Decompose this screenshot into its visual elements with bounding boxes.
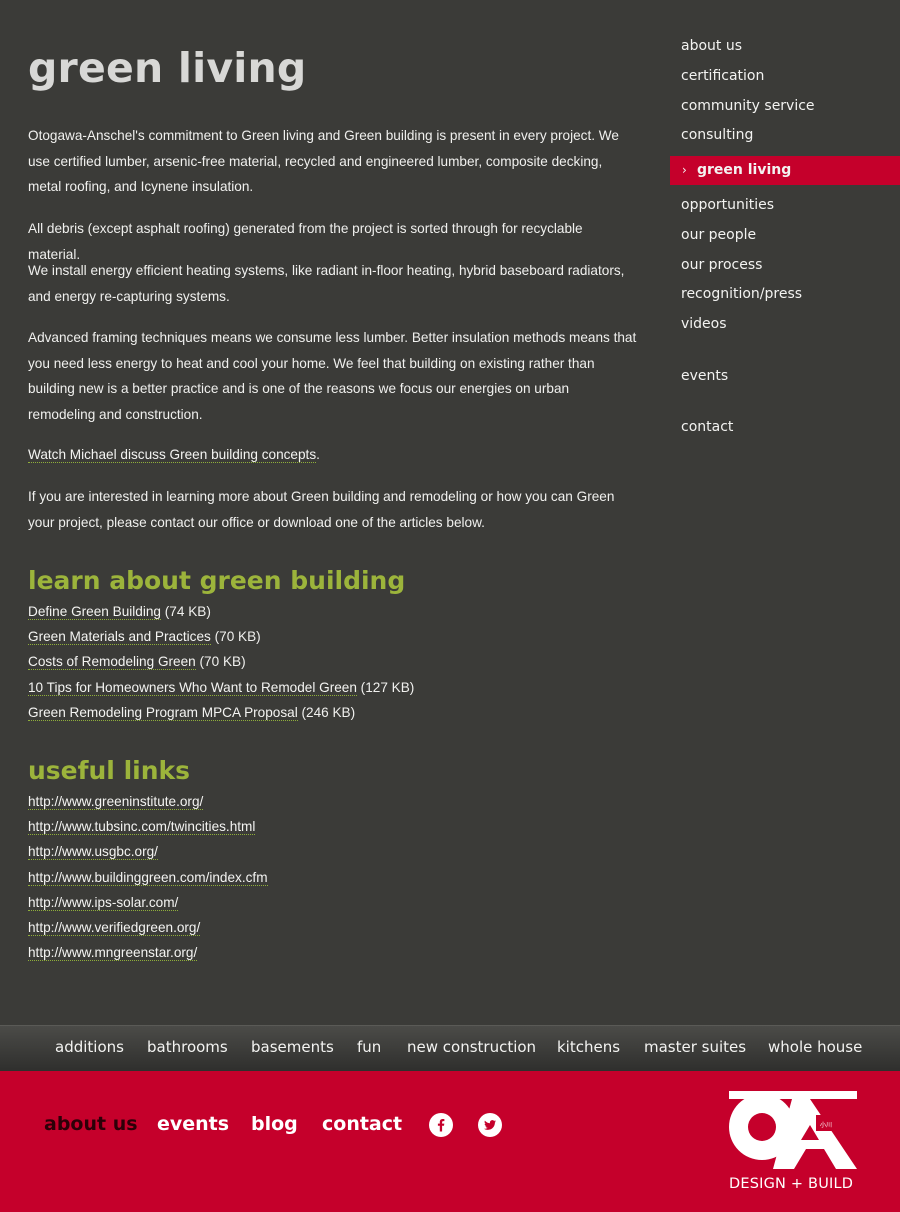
watch-video-link[interactable]: Watch Michael discuss Green building con… [28,447,317,463]
footer-link-blog[interactable]: blog [251,1113,298,1135]
article-list: Define Green Building (74 KB) Green Mate… [28,599,414,725]
framing-paragraph: Advanced framing techniques means we con… [28,330,637,422]
page: green living Otogawa-Anschel's commitmen… [0,0,900,1212]
useful-link-item: http://www.ips-solar.com/ [28,890,268,915]
article-item: Green Remodeling Program MPCA Proposal (… [28,700,414,725]
category-new-construction[interactable]: new construction [407,1026,536,1071]
footer: about us events blog contact 小川 DESIGN +… [0,1071,900,1212]
useful-link[interactable]: http://www.mngreenstar.org/ [28,945,198,962]
article-item: Costs of Remodeling Green (70 KB) [28,649,414,674]
sidebar-item-our-process[interactable]: our process [670,251,900,280]
sidebar-item-community-service[interactable]: community service [670,92,900,121]
useful-link-item: http://www.usgbc.org/ [28,839,268,864]
category-master-suites[interactable]: master suites [644,1026,746,1071]
category-kitchens[interactable]: kitchens [557,1026,620,1071]
useful-link-item: http://www.mngreenstar.org/ [28,940,268,965]
file-size: (127 KB) [356,679,415,695]
useful-link-item: http://www.tubsinc.com/twincities.html [28,814,268,839]
category-fun[interactable]: fun [357,1026,381,1071]
article-item: Green Materials and Practices (70 KB) [28,624,414,649]
learn-heading: learn about green building [28,566,406,595]
sidebar-item-events[interactable]: events [670,362,900,391]
watch-paragraph: Watch Michael discuss Green building con… [28,442,638,468]
category-bar: additions bathrooms basements fun new co… [0,1025,900,1072]
facebook-icon[interactable] [429,1113,453,1137]
sidebar-item-opportunities[interactable]: opportunities [670,191,900,220]
watch-suffix: . [316,447,320,462]
article-link[interactable]: Costs of Remodeling Green [28,654,196,671]
useful-links-heading: useful links [28,756,191,785]
sidebar-item-recognition-press[interactable]: recognition/press [670,280,900,309]
svg-text:小川: 小川 [820,1121,832,1129]
footer-link-events[interactable]: events [157,1113,229,1135]
intro-paragraph: Otogawa-Anschel's commitment to Green li… [28,128,619,194]
useful-link[interactable]: http://www.verifiedgreen.org/ [28,919,201,936]
heating-paragraph: We install energy efficient heating syst… [28,263,625,304]
category-bathrooms[interactable]: bathrooms [147,1026,228,1071]
article-link[interactable]: 10 Tips for Homeowners Who Want to Remod… [28,679,357,696]
article-link[interactable]: Define Green Building [28,604,161,620]
sidebar-item-green-living[interactable]: › green living [670,156,900,185]
useful-link[interactable]: http://www.ips-solar.com/ [28,894,179,911]
footer-link-about-us[interactable]: about us [44,1113,138,1135]
useful-link-item: http://www.verifiedgreen.org/ [28,915,268,940]
sidebar-item-consulting[interactable]: consulting [670,121,900,150]
category-whole-house[interactable]: whole house [768,1026,862,1071]
article-item: 10 Tips for Homeowners Who Want to Remod… [28,675,414,700]
category-additions[interactable]: additions [55,1026,124,1071]
category-basements[interactable]: basements [251,1026,334,1071]
sidebar-item-label: green living [697,162,792,178]
twitter-icon[interactable] [478,1113,502,1137]
file-size: (70 KB) [195,654,246,670]
useful-links-list: http://www.greeninstitute.org/ http://ww… [28,789,268,965]
useful-link[interactable]: http://www.buildinggreen.com/index.cfm [28,869,268,886]
useful-link[interactable]: http://www.greeninstitute.org/ [28,794,204,810]
file-size: (70 KB) [210,629,261,645]
chevron-right-icon: › [682,163,687,177]
sidebar-item-certification[interactable]: certification [670,62,900,91]
file-size: (74 KB) [161,604,211,619]
sidebar-item-about-us[interactable]: about us [670,32,900,61]
useful-link-item: http://www.buildinggreen.com/index.cfm [28,865,268,890]
article-link[interactable]: Green Remodeling Program MPCA Proposal [28,704,298,721]
sidebar-item-our-people[interactable]: our people [670,221,900,250]
article-link[interactable]: Green Materials and Practices [28,629,211,646]
sidebar-item-contact[interactable]: contact [670,413,900,442]
article-item: Define Green Building (74 KB) [28,599,414,624]
file-size: (246 KB) [297,704,356,720]
footer-link-contact[interactable]: contact [322,1113,402,1135]
page-title: green living [28,44,307,92]
useful-link[interactable]: http://www.usgbc.org/ [28,844,158,861]
sidebar-item-videos[interactable]: videos [670,310,900,339]
contact-paragraph: If you are interested in learning more a… [28,489,615,530]
useful-link-item: http://www.greeninstitute.org/ [28,789,268,814]
logo-tagline: DESIGN + BUILD [729,1176,854,1192]
useful-link[interactable]: http://www.tubsinc.com/twincities.html [28,819,256,836]
